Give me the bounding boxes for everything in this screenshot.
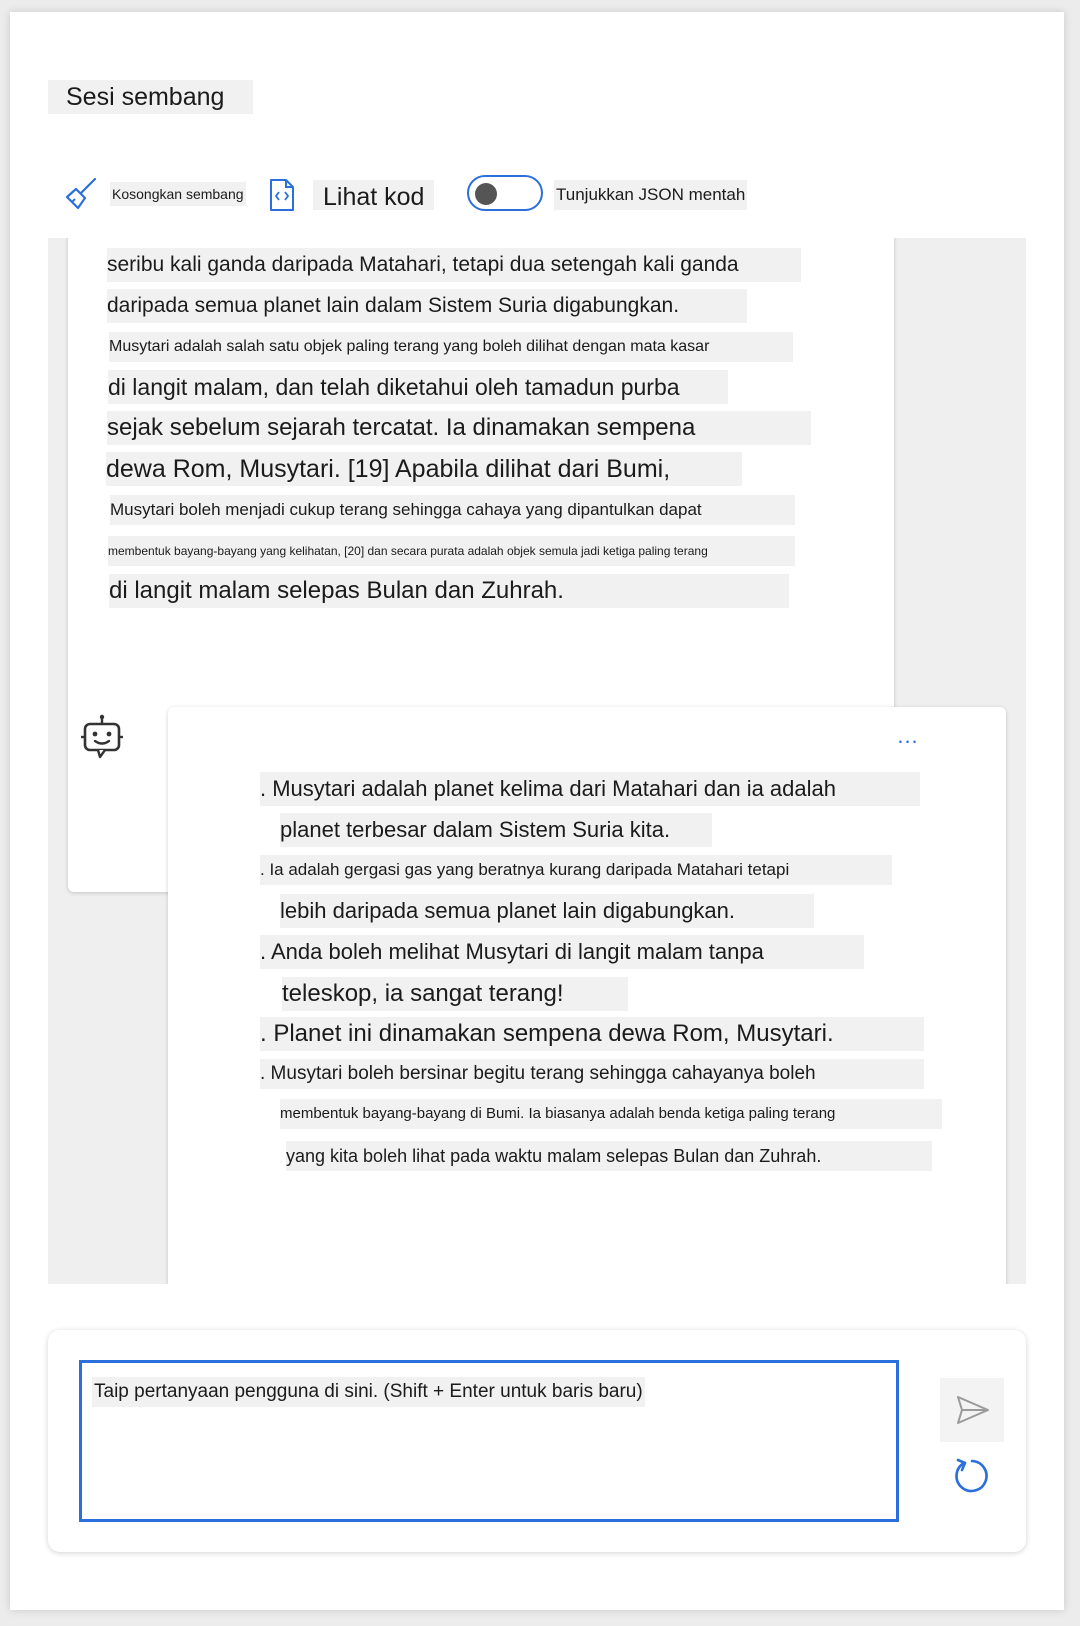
- toggle-knob: [475, 183, 497, 205]
- message-line: membentuk bayang-bayang yang kelihatan, …: [108, 536, 795, 566]
- broom-icon[interactable]: [64, 176, 100, 212]
- bot-message-card: ... . Musytari adalah planet kelima dari…: [168, 707, 1006, 1284]
- message-line: . Anda boleh melihat Musytari di langit …: [260, 935, 864, 969]
- message-line: lebih daripada semua planet lain digabun…: [280, 894, 814, 928]
- message-line: Musytari boleh menjadi cukup terang sehi…: [110, 495, 795, 525]
- message-line: seribu kali ganda daripada Matahari, tet…: [107, 248, 801, 282]
- message-line: . Musytari boleh bersinar begitu terang …: [260, 1059, 924, 1089]
- chat-history[interactable]: seribu kali ganda daripada Matahari, tet…: [48, 238, 1026, 1284]
- chat-input-area: Taip pertanyaan pengguna di sini. (Shift…: [48, 1330, 1026, 1552]
- raw-json-toggle[interactable]: [467, 175, 543, 211]
- code-file-icon[interactable]: [268, 178, 296, 212]
- message-line: planet terbesar dalam Sistem Suria kita.: [280, 813, 712, 847]
- message-line: . Musytari adalah planet kelima dari Mat…: [260, 772, 920, 806]
- message-line: daripada semua planet lain dalam Sistem …: [107, 289, 747, 323]
- chat-input-placeholder: Taip pertanyaan pengguna di sini. (Shift…: [92, 1377, 645, 1407]
- toolbar: Kosongkan sembang Lihat kod Tunjukkan JS…: [10, 162, 1064, 222]
- message-line: membentuk bayang-bayang di Bumi. Ia bias…: [280, 1099, 942, 1129]
- message-line: di langit malam, dan telah diketahui ole…: [108, 370, 728, 404]
- page-title: Sesi sembang: [48, 80, 253, 114]
- message-line: Musytari adalah salah satu objek paling …: [109, 332, 793, 362]
- send-button[interactable]: [940, 1378, 1004, 1442]
- raw-json-label: Tunjukkan JSON mentah: [554, 180, 748, 210]
- refresh-icon[interactable]: [950, 1454, 994, 1498]
- message-line: . Ia adalah gergasi gas yang beratnya ku…: [260, 855, 892, 885]
- chat-input[interactable]: Taip pertanyaan pengguna di sini. (Shift…: [79, 1360, 899, 1522]
- message-line: sejak sebelum sejarah tercatat. Ia dinam…: [107, 411, 811, 445]
- message-line: teleskop, ia sangat terang!: [282, 977, 628, 1011]
- more-options-button[interactable]: ...: [890, 725, 926, 753]
- message-line: dewa Rom, Musytari. [19] Apabila dilihat…: [106, 452, 742, 486]
- message-line: yang kita boleh lihat pada waktu malam s…: [286, 1141, 932, 1171]
- view-code-button[interactable]: Lihat kod: [313, 180, 435, 211]
- message-line: di langit malam selepas Bulan dan Zuhrah…: [109, 574, 789, 608]
- chat-playground-panel: Sesi sembang Kosongkan sembang Lihat kod…: [10, 12, 1064, 1610]
- send-icon: [957, 1396, 989, 1424]
- message-line: . Planet ini dinamakan sempena dewa Rom,…: [260, 1017, 924, 1051]
- clear-chat-button[interactable]: Kosongkan sembang: [110, 182, 246, 206]
- bot-avatar-icon: [81, 714, 123, 759]
